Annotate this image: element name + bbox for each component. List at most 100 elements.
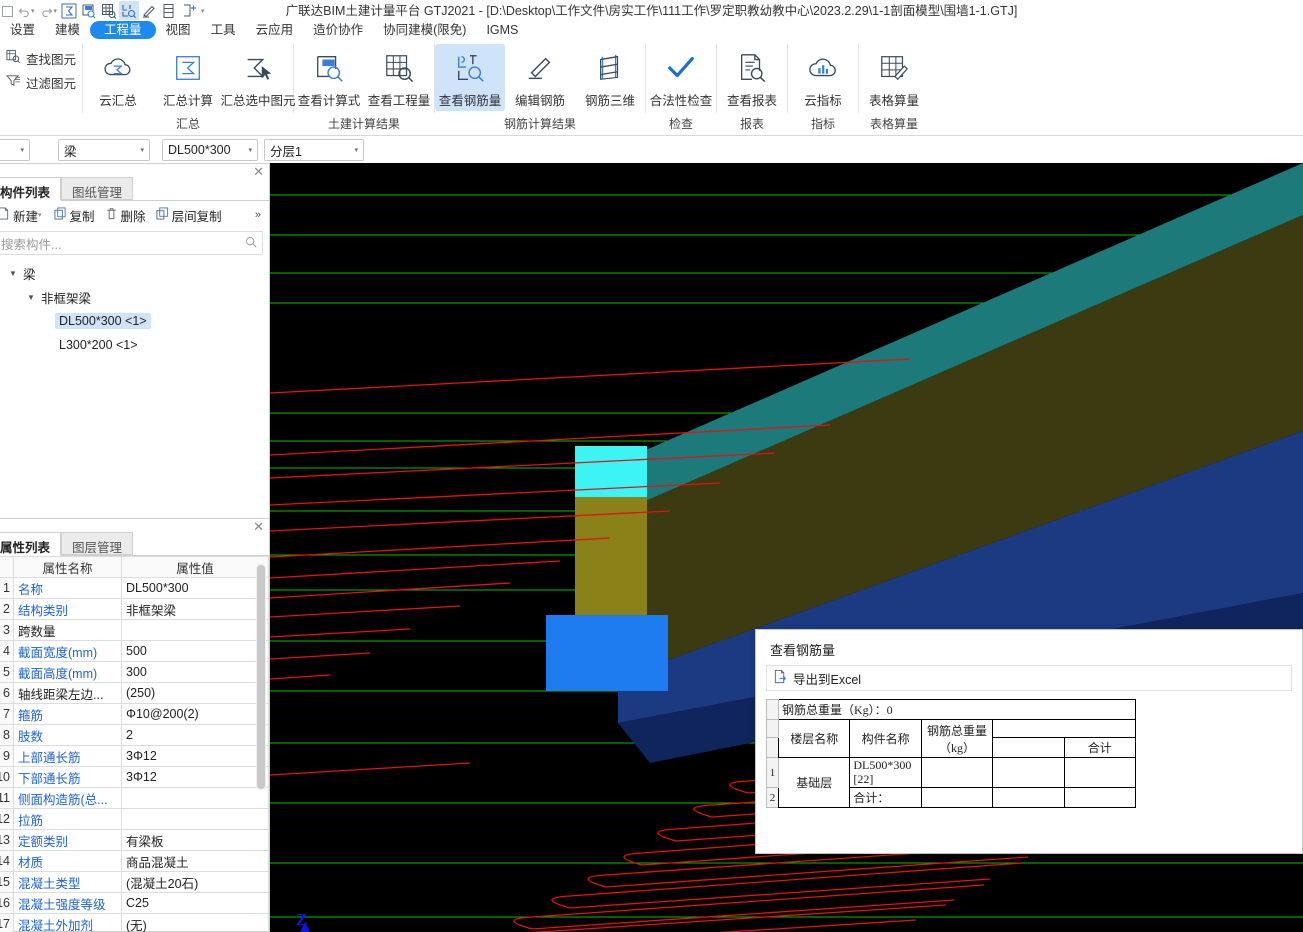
property-value[interactable]: 500 <box>121 640 269 662</box>
component-tab-1[interactable]: 图纸管理 <box>61 177 134 200</box>
view-rebar-quantity-icon[interactable] <box>119 1 140 21</box>
properties-row[interactable]: 6 轴线距梁左边... (250) <box>0 682 269 704</box>
ribbon-button-edit-rebar[interactable]: 编辑钢筋 <box>505 44 575 111</box>
ribbon-button-cloud-summary[interactable]: 云汇总 <box>83 44 153 111</box>
chevron-down-icon[interactable]: ▼ <box>25 293 37 302</box>
properties-row[interactable]: 1 名称 DL500*300 <box>0 577 269 599</box>
app-menu-icon[interactable] <box>0 1 14 21</box>
property-value[interactable]: 2 <box>121 724 269 746</box>
ribbon-button-view-formula[interactable]: 查看计算式 <box>294 44 364 111</box>
properties-tab-0[interactable]: 属性列表 <box>0 532 62 556</box>
property-value[interactable]: DL500*300 <box>121 577 269 599</box>
property-value[interactable]: 非框架梁 <box>121 598 269 620</box>
menu-tab-8[interactable]: IGMS <box>476 21 528 39</box>
properties-row[interactable]: 9 上部通长筋 3Φ12 <box>0 745 269 767</box>
properties-row[interactable]: 11侧面构造筋(总... <box>0 787 269 809</box>
property-value[interactable]: 3Φ12 <box>121 745 269 767</box>
property-value[interactable]: Φ10@200(2) <box>121 703 269 725</box>
menu-tab-3[interactable]: 视图 <box>156 21 201 39</box>
rebar-3d-icon[interactable] <box>159 1 179 21</box>
property-value[interactable]: 300 <box>121 661 269 683</box>
component-toolbar-overflow-button[interactable]: » <box>251 207 265 223</box>
ribbon-button-view-rebar-quantity[interactable]: 查看钢筋量 <box>435 44 506 111</box>
filter-element-button[interactable]: 过滤图元 <box>0 70 82 94</box>
search-icon[interactable] <box>245 236 257 251</box>
properties-row[interactable]: 2 结构类别 非框架梁 <box>0 598 269 620</box>
scrollbar-thumb[interactable] <box>257 565 265 789</box>
ribbon-button-summary-selected[interactable]: 汇总选中图元 <box>221 44 296 111</box>
tree-item[interactable]: ▼ 梁 <box>0 261 269 285</box>
ribbon-button-check-mark[interactable]: 合法性检查 <box>646 44 716 111</box>
chevron-down-icon[interactable]: ▾ <box>248 146 252 154</box>
element-type-select[interactable]: 梁 ▾ <box>58 139 150 161</box>
properties-row[interactable]: 8 肢数 2 <box>0 724 269 746</box>
view-formula-icon[interactable] <box>79 1 99 21</box>
edit-rebar-icon[interactable] <box>139 1 159 21</box>
add-icon[interactable] <box>179 1 199 21</box>
chevron-down-icon[interactable]: ▼ <box>7 269 19 278</box>
property-value[interactable]: 有梁板 <box>121 829 269 851</box>
menu-tab-4[interactable]: 工具 <box>201 21 246 39</box>
chevron-down-icon[interactable]: ▾ <box>140 146 144 154</box>
menu-tab-1[interactable]: 建模 <box>45 21 90 39</box>
component-select[interactable]: DL500*300 ▾ <box>162 139 258 161</box>
properties-row[interactable]: 10下部通长筋3Φ12 <box>0 766 269 788</box>
close-icon[interactable]: ✕ <box>253 165 264 178</box>
ribbon-button-rebar-3d[interactable]: 钢筋三维 <box>575 44 645 111</box>
property-value[interactable] <box>121 619 269 641</box>
properties-row[interactable]: 3 跨数量 <box>0 619 269 641</box>
properties-row[interactable]: 4 截面宽度(mm) 500 <box>0 640 269 662</box>
ribbon-button-view-report[interactable]: 查看报表 <box>717 44 787 111</box>
properties-row[interactable]: 13定额类别有梁板 <box>0 829 269 851</box>
tree-item[interactable]: ▼ 非框架梁 <box>0 285 269 309</box>
property-value[interactable] <box>121 808 269 830</box>
properties-row[interactable]: 16混凝土强度等级C25 <box>0 892 269 914</box>
properties-tab-1[interactable]: 图层管理 <box>61 532 134 555</box>
menu-tab-0[interactable]: 设置 <box>0 21 45 39</box>
property-value[interactable]: (混凝土20石) <box>121 871 269 893</box>
view-quantity-icon[interactable] <box>99 1 119 21</box>
find-element-button[interactable]: 查找图元 <box>0 46 82 70</box>
menu-tab-5[interactable]: 云应用 <box>246 21 304 39</box>
redo-caret-icon[interactable]: ▾ <box>54 7 58 15</box>
menu-tab-7[interactable]: 协同建模(限免) <box>373 21 476 39</box>
component-copy-button[interactable]: 复制 <box>50 204 99 227</box>
ribbon-button-summary-calc[interactable]: 汇总计算 <box>153 44 223 111</box>
property-value[interactable]: 商品混凝土 <box>121 850 269 872</box>
component-tab-0[interactable]: 构件列表 <box>0 177 62 201</box>
chevron-down-icon[interactable]: ▾ <box>354 146 358 154</box>
undo-caret-icon[interactable]: ▾ <box>31 7 35 15</box>
layer-select[interactable]: 分层1 ▾ <box>264 139 364 161</box>
properties-row[interactable]: 14材质商品混凝土 <box>0 850 269 872</box>
property-value[interactable]: 3Φ12 <box>121 766 269 788</box>
component-layer-copy-button[interactable]: 层间复制 <box>152 204 226 227</box>
property-value[interactable]: C25 <box>121 892 269 914</box>
menu-tab-2[interactable]: 工程量 <box>90 21 156 39</box>
table-row[interactable]: 1 基础层 DL500*300[22] <box>766 757 1137 808</box>
properties-row[interactable]: 17混凝土外加剂(无) <box>0 913 269 932</box>
more-icon[interactable]: ▾ <box>201 7 205 15</box>
properties-row[interactable]: 12拉筋 <box>0 808 269 830</box>
menu-tab-6[interactable]: 造价协作 <box>303 21 373 39</box>
floor-select[interactable]: ▾ <box>0 139 30 161</box>
tree-item[interactable]: DL500*300 <1> <box>0 309 269 333</box>
properties-row[interactable]: 15混凝土类型(混凝土20石) <box>0 871 269 893</box>
close-icon[interactable]: ✕ <box>253 520 264 533</box>
ribbon-button-view-quantity[interactable]: 查看工程量 <box>364 44 434 111</box>
sigma-icon[interactable] <box>59 1 79 21</box>
property-value[interactable] <box>121 787 269 809</box>
properties-scrollbar[interactable] <box>256 563 266 791</box>
chevron-down-icon[interactable]: ▾ <box>20 146 24 154</box>
properties-row[interactable]: 5 截面高度(mm) 300 <box>0 661 269 683</box>
export-excel-label[interactable]: 导出到Excel <box>793 669 861 688</box>
tree-item[interactable]: L300*200 <1> <box>0 333 269 357</box>
ribbon-button-table-calc[interactable]: 表格算量 <box>859 44 929 111</box>
property-value[interactable]: (250) <box>121 682 269 704</box>
component-new-button[interactable]: 新建 ▾ <box>0 204 48 227</box>
export-excel-icon[interactable] <box>773 669 788 687</box>
properties-row[interactable]: 7 箍筋 Φ10@200(2) <box>0 703 269 725</box>
chevron-down-icon[interactable]: ▾ <box>38 211 42 219</box>
component-trash-button[interactable]: 删除 <box>101 204 150 227</box>
ribbon-button-cloud-indicator[interactable]: 云指标 <box>788 44 858 111</box>
property-value[interactable]: (无) <box>121 913 269 932</box>
